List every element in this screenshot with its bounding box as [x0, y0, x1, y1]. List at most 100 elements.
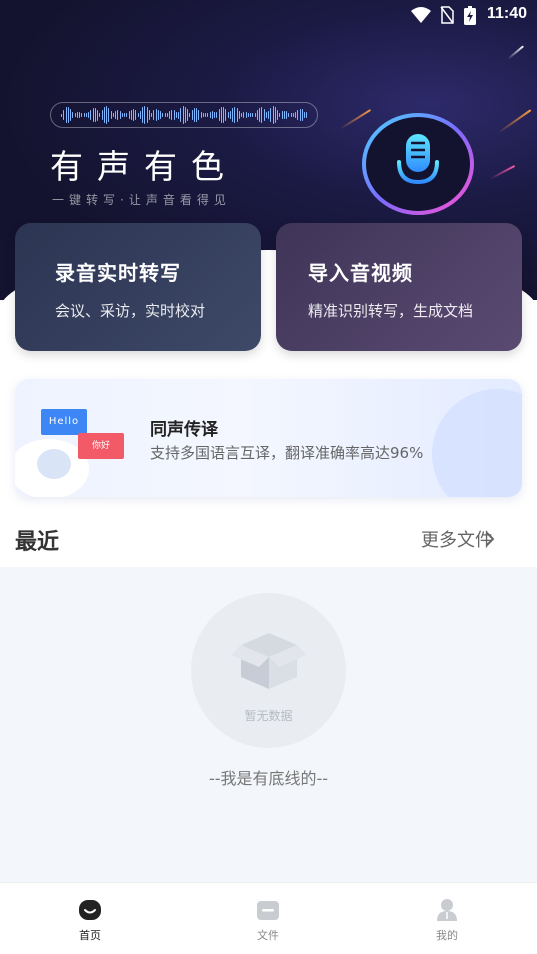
hello-bubble: Hello	[41, 409, 87, 435]
waveform-bar	[178, 111, 179, 119]
waveform-bar	[90, 110, 91, 120]
waveform-bar	[286, 111, 287, 119]
waveform-bar	[292, 113, 294, 117]
waveform-bar	[216, 112, 217, 118]
wifi-icon	[411, 7, 431, 23]
waveform-bar	[297, 109, 298, 121]
waveform-bar	[254, 112, 256, 118]
waveform-bar	[99, 112, 100, 118]
waveform-bar	[281, 111, 283, 119]
waveform-bar	[112, 113, 114, 117]
tab-label: 文件	[257, 929, 279, 942]
waveform-bar	[290, 113, 292, 117]
import-media-card[interactable]: 导入音视频 精准识别转写，生成文档	[276, 223, 522, 351]
tab-files[interactable]: 文件	[238, 897, 298, 943]
waveform-bar	[155, 109, 157, 121]
waveform-bar	[175, 112, 177, 118]
banner-title: 同声传译	[150, 420, 218, 440]
waveform-bar	[169, 111, 170, 119]
waveform-bar	[232, 107, 233, 123]
waveform-bar	[295, 111, 296, 119]
waveform-bar	[268, 111, 269, 119]
waveform-bar	[301, 109, 303, 121]
waveform-bar	[115, 110, 116, 120]
waveform-bar	[263, 108, 265, 122]
user-icon	[437, 899, 457, 921]
tab-profile[interactable]: 我的	[417, 897, 477, 943]
waveform-bar	[79, 112, 80, 118]
microphone-icon[interactable]	[360, 112, 476, 216]
waveform-bar	[81, 113, 82, 117]
tab-label: 我的	[436, 929, 458, 942]
bottom-tab-bar: 首页 文件 我的	[0, 882, 537, 954]
waveform-bar	[128, 111, 130, 119]
folder-icon	[257, 901, 279, 920]
waveform-bar	[191, 110, 193, 120]
no-sim-icon	[440, 6, 454, 24]
waveform-bar	[247, 113, 249, 117]
waveform-bar	[119, 111, 121, 119]
waveform-bar	[137, 112, 139, 118]
waveform-bar	[101, 110, 103, 120]
record-transcribe-card[interactable]: 录音实时转写 会议、采访，实时校对	[15, 223, 261, 351]
card-desc: 精准识别转写，生成文档	[308, 302, 474, 320]
waveform-bar	[157, 109, 159, 121]
waveform-bar	[299, 108, 301, 122]
waveform-bar	[200, 112, 202, 118]
waveform-bar	[162, 112, 163, 118]
waveform-bar	[272, 106, 274, 124]
decor-blob	[37, 449, 71, 479]
waveform-bar	[238, 111, 240, 119]
waveform-bar	[160, 111, 161, 119]
waveform-bar	[259, 108, 260, 122]
tab-label: 首页	[79, 929, 101, 942]
waveform-bar	[148, 109, 150, 121]
chevron-right-icon[interactable]	[481, 530, 499, 548]
waveform-bar	[261, 107, 262, 123]
waveform-bar	[209, 111, 211, 119]
waveform-bar	[256, 110, 258, 120]
waveform-bar	[277, 110, 278, 120]
light-streak	[339, 109, 372, 130]
home-icon	[79, 900, 101, 920]
light-streak	[497, 109, 532, 134]
waveform-bar	[214, 112, 215, 118]
waveform-bar	[279, 113, 280, 117]
waveform-bar	[108, 107, 109, 123]
waveform-bar	[223, 106, 224, 124]
waveform-bar	[304, 111, 305, 119]
waveform-bar	[220, 107, 222, 123]
hero-subtitle: 一键转写·让声音看得见	[52, 193, 231, 207]
light-streak	[507, 45, 524, 60]
end-of-list-text: --我是有底线的--	[208, 769, 329, 788]
waveform-bar	[65, 107, 67, 123]
waveform-bar	[211, 111, 213, 119]
waveform-bar	[76, 111, 78, 119]
waveform-bar	[67, 106, 69, 124]
simultaneous-translation-banner[interactable]: Hello 你好 同声传译 支持多国语言互译，翻译准确率高达96%	[15, 379, 522, 497]
card-desc: 会议、采访，实时校对	[55, 302, 206, 320]
waveform-bar	[229, 110, 231, 120]
waveform-bar	[63, 109, 64, 121]
waveform-bar	[193, 108, 195, 122]
waveform-bar	[133, 108, 134, 122]
battery-charging-icon	[464, 6, 476, 25]
status-time: 11:40	[486, 5, 527, 22]
waveform-bar	[144, 106, 145, 124]
waveform-bar	[218, 109, 220, 121]
tab-home[interactable]: 首页	[60, 897, 120, 943]
waveform-bar	[153, 110, 154, 120]
waveform-bar	[202, 113, 204, 117]
waveform-bar	[61, 113, 62, 117]
waveform-bar	[184, 106, 186, 124]
waveform-bar	[205, 112, 206, 118]
waveform-bar	[234, 107, 235, 123]
waveform-bar	[225, 108, 226, 122]
waveform-bar	[117, 110, 118, 120]
waveform-bar	[250, 112, 251, 118]
waveform-bar	[187, 109, 188, 121]
waveform-bar	[83, 112, 85, 118]
waveform-bar	[241, 113, 242, 117]
waveform-bar	[236, 108, 238, 122]
waveform-bar	[130, 109, 132, 121]
